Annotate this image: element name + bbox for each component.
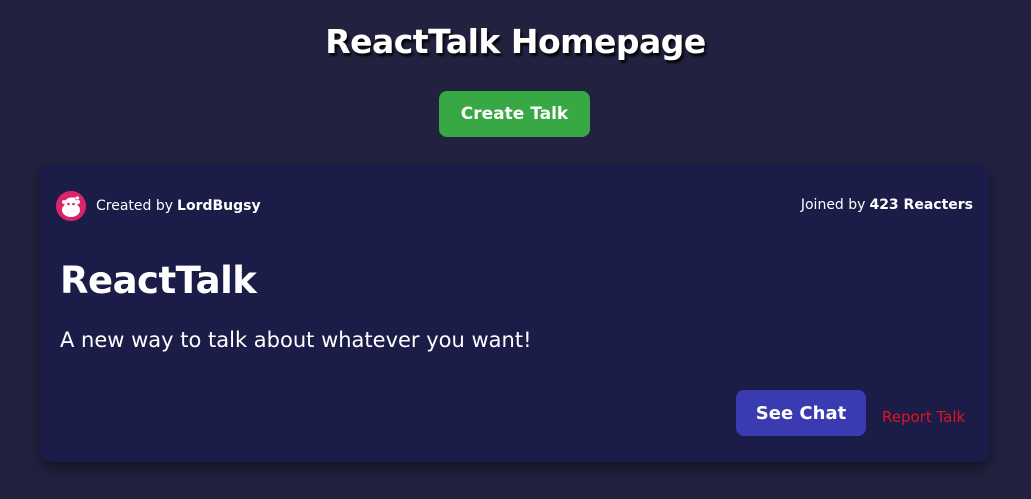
- talk-title: ReactTalk: [60, 259, 257, 302]
- talk-description: A new way to talk about whatever you wan…: [60, 328, 532, 352]
- joined-by-label: Joined by: [800, 197, 866, 213]
- created-by-label: Created by: [96, 198, 174, 214]
- reacters-count: 423 Reacters: [869, 197, 973, 213]
- joined-count: Joined by 423 Reacters: [801, 197, 973, 213]
- creator-text: Created by LordBugsy: [96, 198, 261, 214]
- page-title: ReactTalk Homepage: [325, 22, 706, 61]
- creator-name[interactable]: LordBugsy: [177, 198, 261, 214]
- reddit-snoo-icon[interactable]: [56, 191, 86, 221]
- report-talk-link[interactable]: Report Talk: [882, 408, 965, 426]
- talk-card: Created by LordBugsy Joined by 423 React…: [40, 164, 989, 462]
- talk-creator: Created by LordBugsy: [56, 190, 261, 222]
- see-chat-button[interactable]: See Chat: [736, 390, 866, 436]
- homepage: ReactTalk Homepage Create Talk Created b…: [0, 0, 1031, 499]
- create-talk-button[interactable]: Create Talk: [439, 91, 590, 137]
